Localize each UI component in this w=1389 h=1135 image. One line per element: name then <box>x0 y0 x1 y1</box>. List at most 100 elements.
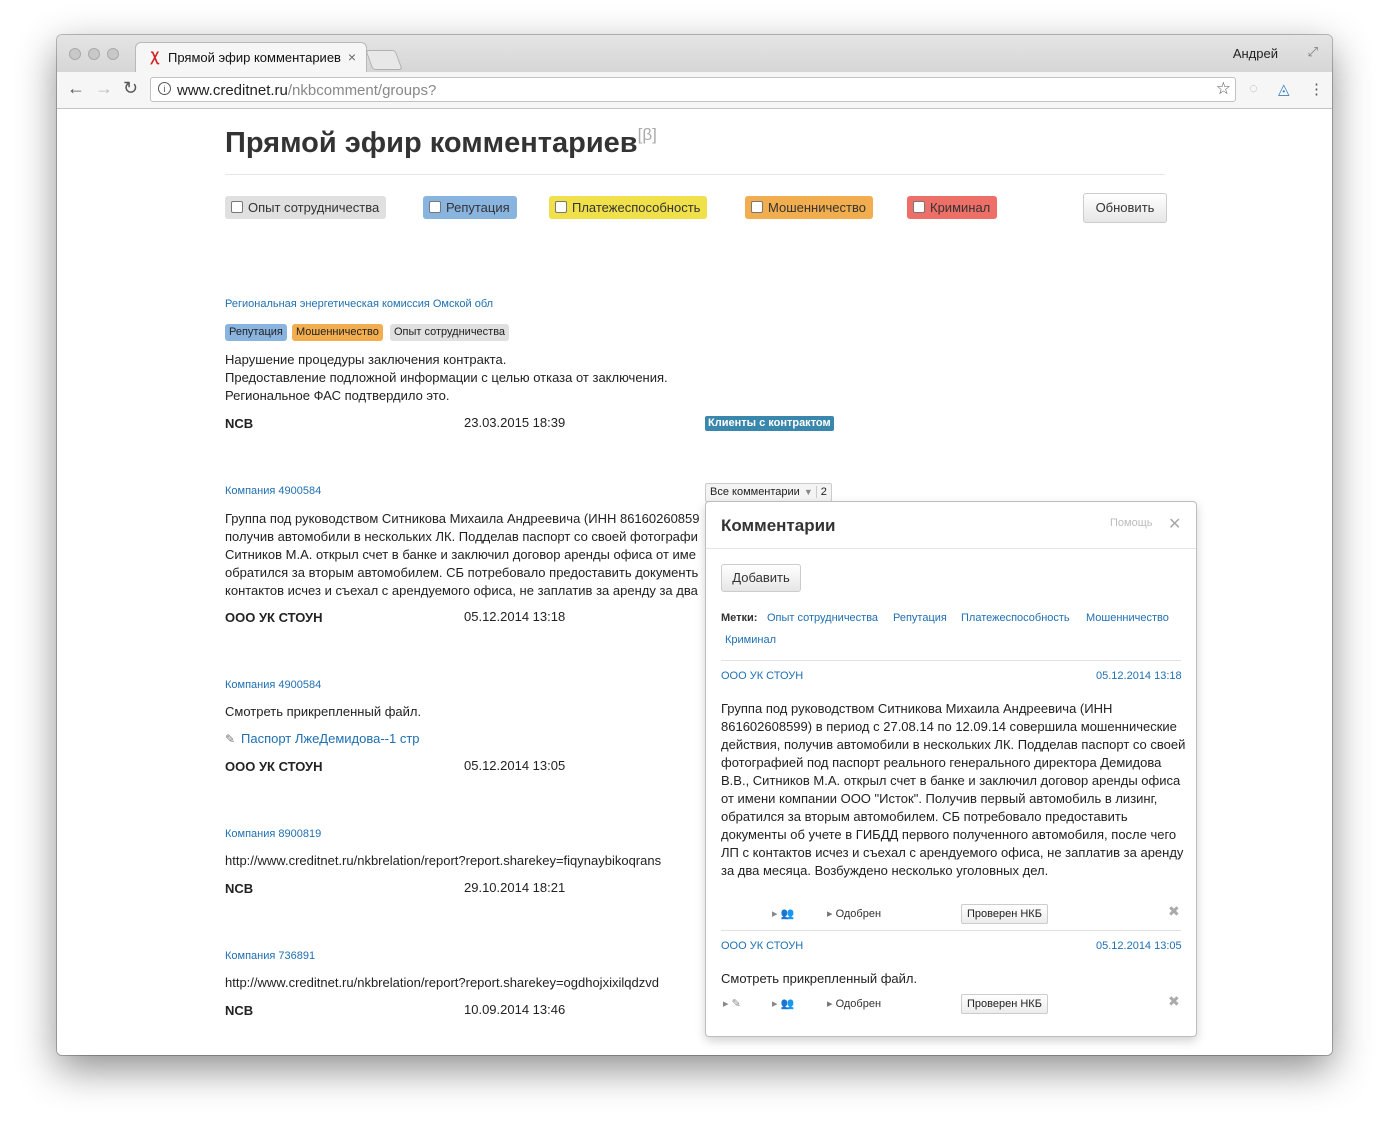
mark-link-cooperation[interactable]: Опыт сотрудничества <box>767 612 878 624</box>
filter-solvency[interactable]: Платежеспособность <box>549 196 708 219</box>
title-bar: Ꭓ Прямой эфир комментариев × Андрей ⤢ <box>57 35 1332 72</box>
browser-tab[interactable]: Ꭓ Прямой эфир комментариев × <box>135 42 367 72</box>
reload-icon[interactable]: ↻ <box>123 78 138 99</box>
page-title-text: Прямой эфир комментариев <box>225 127 638 159</box>
verify-button[interactable]: Проверен НКБ <box>961 904 1048 924</box>
company-link[interactable]: Компания 4900584 <box>225 679 321 691</box>
filter-label: Опыт сотрудничества <box>248 200 380 215</box>
filter-checkbox[interactable] <box>555 201 567 213</box>
entry-text-line: обратился за вторым автомобилем. СБ потр… <box>225 565 699 580</box>
site-favicon-icon: Ꭓ <box>150 49 160 64</box>
entry-date: 05.12.2014 13:05 <box>464 758 566 773</box>
help-link[interactable]: Помощь <box>1110 517 1153 529</box>
attachment-link[interactable]: ✎ Паспорт ЛжеДемидова--1 стр <box>225 730 420 748</box>
close-window-button[interactable] <box>69 48 81 60</box>
filter-checkbox[interactable] <box>751 201 763 213</box>
entry-author: ООО УК СТОУН <box>225 759 323 774</box>
forward-arrow-icon[interactable]: → <box>95 78 113 99</box>
mark-link-fraud[interactable]: Мошенничество <box>1086 612 1169 624</box>
comment-text: Группа под руководством Ситникова Михаил… <box>721 701 1186 878</box>
tag-reputation: Репутация <box>225 324 287 341</box>
mark-link-reputation[interactable]: Репутация <box>893 612 947 624</box>
filter-label: Платежеспособность <box>572 200 701 215</box>
beta-badge: [β] <box>637 125 657 144</box>
users-icon[interactable]: ▸ 👥 <box>772 997 794 1010</box>
entry-text-line: Региональное ФАС подтвердило это. <box>225 388 450 403</box>
tab-close-icon[interactable]: × <box>348 49 356 65</box>
users-icon[interactable]: ▸ 👥 <box>772 907 794 920</box>
comment-text: Смотреть прикрепленный файл. <box>721 971 918 986</box>
filter-fraud[interactable]: Мошенничество <box>745 196 873 219</box>
browser-toolbar: ← → ↻ i www.creditnet.ru/nkbcomment/grou… <box>57 72 1332 109</box>
fullscreen-icon[interactable]: ⤢ <box>1308 44 1318 60</box>
url-domain: www.creditnet.ru <box>177 82 288 99</box>
status-toggle[interactable]: ▸ Одобрен <box>827 907 881 920</box>
bookmark-star-icon[interactable]: ☆ <box>1216 79 1231 99</box>
paperclip-icon[interactable]: ▸ ✎ <box>723 997 741 1010</box>
address-bar[interactable]: i www.creditnet.ru/nkbcomment/groups? ☆ <box>150 77 1236 102</box>
filter-reputation[interactable]: Репутация <box>423 196 517 219</box>
caret-right-icon: ▸ <box>827 908 836 920</box>
entry-author: NCB <box>225 1003 254 1018</box>
mark-link-criminal[interactable]: Криминал <box>725 634 776 646</box>
filter-checkbox[interactable] <box>429 201 441 213</box>
kebab-menu-icon[interactable]: ⋮ <box>1309 80 1324 98</box>
comment-author-link[interactable]: ООО УК СТОУН <box>721 940 803 952</box>
entry-text-line: получив автомобили в нескольких ЛК. Подд… <box>225 529 698 544</box>
zoom-window-button[interactable] <box>107 48 119 60</box>
tag-cooperation: Опыт сотрудничества <box>390 324 510 341</box>
caret-right-icon: ▸ <box>827 998 836 1010</box>
entry-date: 29.10.2014 18:21 <box>464 880 566 895</box>
url-text[interactable]: www.creditnet.ru/nkbcomment/groups? <box>177 82 436 99</box>
comment-author-link[interactable]: ООО УК СТОУН <box>721 670 803 682</box>
comment-divider <box>721 660 1181 661</box>
extension-shield-icon[interactable]: ◬ <box>1278 80 1290 98</box>
comments-popover: Комментарии Помощь ✕ Добавить Метки: Опы… <box>705 501 1197 1037</box>
filter-label: Репутация <box>446 200 510 215</box>
all-comments-dropdown[interactable]: Все комментарии ▼ 2 <box>705 483 832 502</box>
verify-button[interactable]: Проверен НКБ <box>961 994 1048 1014</box>
entry-author: ООО УК СТОУН <box>225 610 323 625</box>
company-link[interactable]: Компания 736891 <box>225 950 315 962</box>
status-label: Одобрен <box>835 908 882 920</box>
entry-date: 23.03.2015 18:39 <box>464 415 566 430</box>
comment-date: 05.12.2014 13:05 <box>1096 940 1182 952</box>
back-arrow-icon[interactable]: ← <box>67 78 85 99</box>
close-icon[interactable]: ✕ <box>1168 514 1181 534</box>
add-comment-button[interactable]: Добавить <box>721 564 801 592</box>
entry-text-line: http://www.creditnet.ru/nkbrelation/repo… <box>225 853 662 868</box>
paperclip-icon: ✎ <box>225 732 236 746</box>
entry-text-line: Смотреть прикрепленный файл. <box>225 704 422 719</box>
url-path: /nkbcomment/groups? <box>287 82 437 99</box>
info-icon[interactable]: i <box>158 82 171 95</box>
new-tab-button[interactable] <box>365 50 403 70</box>
filter-checkbox[interactable] <box>913 201 925 213</box>
entry-text-line: Нарушение процедуры заключения контракта… <box>225 352 507 367</box>
panel-divider <box>706 548 1196 549</box>
comment-divider <box>721 930 1181 931</box>
entry-text-line: http://www.creditnet.ru/nkbrelation/repo… <box>225 975 659 990</box>
client-badge: Клиенты с контрактом <box>705 416 834 431</box>
extension-icon[interactable]: ◌ <box>1249 80 1258 97</box>
entry-date: 10.09.2014 13:46 <box>464 1002 566 1017</box>
delete-x-icon[interactable]: ✖ <box>1168 903 1180 920</box>
company-link[interactable]: Региональная энергетическая комиссия Омс… <box>225 298 493 310</box>
refresh-button[interactable]: Обновить <box>1083 193 1167 223</box>
comment-date: 05.12.2014 13:18 <box>1096 670 1182 682</box>
profile-name[interactable]: Андрей <box>1233 46 1278 61</box>
filter-checkbox[interactable] <box>231 201 243 213</box>
status-toggle[interactable]: ▸ Одобрен <box>827 997 881 1010</box>
entry-text-line: Ситников М.А. открыл счет в банке и закл… <box>225 547 696 562</box>
filter-cooperation[interactable]: Опыт сотрудничества <box>225 196 387 219</box>
filter-criminal[interactable]: Криминал <box>907 196 998 219</box>
title-divider <box>225 174 1165 175</box>
dropdown-label: Все комментарии <box>710 486 800 498</box>
company-link[interactable]: Компания 4900584 <box>225 485 321 497</box>
minimize-window-button[interactable] <box>88 48 100 60</box>
mark-link-solvency[interactable]: Платежеспособность <box>961 612 1070 624</box>
comment-count: 2 <box>815 486 831 498</box>
delete-x-icon[interactable]: ✖ <box>1168 993 1180 1010</box>
company-link[interactable]: Компания 8900819 <box>225 828 321 840</box>
tag-fraud: Мошенничество <box>292 324 383 341</box>
browser-window: Ꭓ Прямой эфир комментариев × Андрей ⤢ ← … <box>57 35 1332 1055</box>
